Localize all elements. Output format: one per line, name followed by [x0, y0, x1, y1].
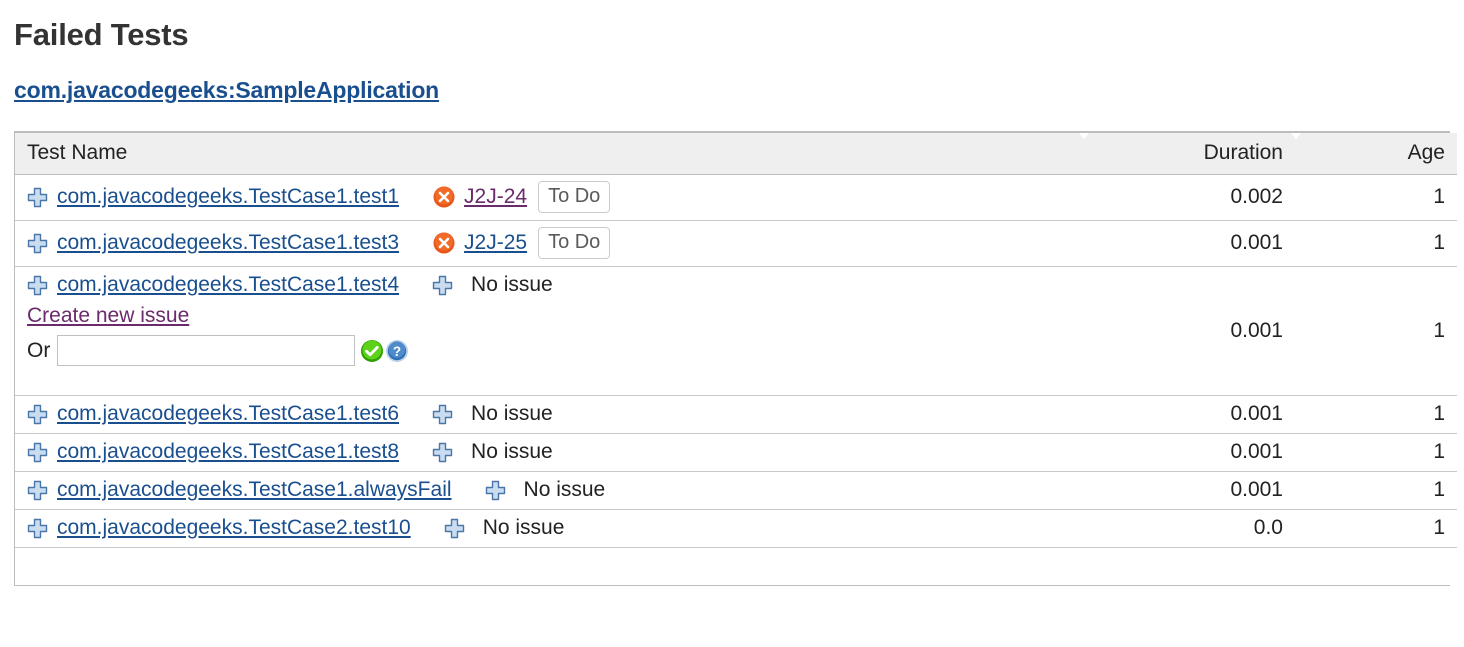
cell-age	[1295, 547, 1457, 585]
expand-plus-icon[interactable]	[27, 233, 48, 254]
cell-age: 1	[1295, 471, 1457, 510]
cell-duration: 0.001	[1083, 266, 1295, 396]
test-name-line: com.javacodegeeks.TestCase1.test4 No iss…	[27, 273, 1071, 297]
failed-tests-table-wrapper: Test Name Duration Age com.javacodegeeks…	[14, 131, 1457, 586]
error-icon	[432, 185, 456, 209]
cell-age: 1	[1295, 509, 1457, 548]
issue-status-badge[interactable]: To Do	[538, 181, 611, 213]
no-issue-plus-icon[interactable]	[485, 480, 506, 501]
question-circle-icon[interactable]: ?	[385, 339, 409, 363]
test-name-line: com.javacodegeeks.TestCase1.alwaysFail N…	[27, 478, 1071, 502]
test-name-link[interactable]: com.javacodegeeks.TestCase1.test6	[57, 402, 399, 426]
no-issue-label: No issue	[471, 440, 553, 463]
cell-test-name: com.javacodegeeks.TestCase1.test6 No iss…	[15, 395, 1083, 434]
cell-duration: 0.001	[1083, 471, 1295, 510]
cell-duration: 0.002	[1083, 174, 1295, 221]
no-issue-plus-icon[interactable]	[432, 404, 453, 425]
cell-duration: 0.001	[1083, 433, 1295, 472]
table-header-row: Test Name Duration Age	[15, 133, 1457, 175]
cell-test-name: com.javacodegeeks.TestCase1.alwaysFail N…	[15, 471, 1083, 510]
cell-age: 1	[1295, 220, 1457, 267]
cell-test-name: com.javacodegeeks.TestCase1.test1 J2J-24…	[15, 174, 1083, 221]
issue-status-badge[interactable]: To Do	[538, 227, 611, 259]
issue-key-link[interactable]: J2J-24	[464, 185, 527, 209]
no-issue-label: No issue	[482, 516, 565, 539]
cell-duration: 0.0	[1083, 509, 1295, 548]
issue-cell: No issue	[444, 516, 565, 540]
table-body: com.javacodegeeks.TestCase1.test1 J2J-24…	[15, 174, 1457, 585]
cell-age: 1	[1295, 266, 1457, 396]
cell-test-name	[15, 547, 1083, 585]
failed-tests-table: Test Name Duration Age com.javacodegeeks…	[15, 133, 1457, 585]
cell-duration: 0.001	[1083, 220, 1295, 267]
column-header-duration[interactable]: Duration	[1079, 133, 1295, 175]
test-name-link[interactable]: com.javacodegeeks.TestCase2.test10	[57, 516, 411, 540]
table-row: com.javacodegeeks.TestCase1.test4 No iss…	[15, 266, 1457, 396]
link-existing-issue-row: Or ?	[27, 335, 1071, 366]
issue-cell: J2J-25 To Do	[432, 227, 611, 259]
table-row: com.javacodegeeks.TestCase1.alwaysFail N…	[15, 471, 1457, 510]
page-title: Failed Tests	[14, 17, 189, 52]
issue-cell: No issue	[432, 440, 553, 464]
cell-test-name: com.javacodegeeks.TestCase1.test4 No iss…	[15, 266, 1083, 396]
expand-plus-icon[interactable]	[27, 442, 48, 463]
test-name-line: com.javacodegeeks.TestCase2.test10 No is…	[27, 516, 1071, 540]
test-name-line: com.javacodegeeks.TestCase1.test6 No iss…	[27, 402, 1071, 426]
table-row: com.javacodegeeks.TestCase1.test8 No iss…	[15, 433, 1457, 472]
cell-age: 1	[1295, 395, 1457, 434]
check-circle-icon[interactable]	[360, 339, 384, 363]
cell-test-name: com.javacodegeeks.TestCase1.test8 No iss…	[15, 433, 1083, 472]
cell-age: 1	[1295, 433, 1457, 472]
or-label: Or	[27, 338, 51, 362]
failed-tests-page: Failed Tests com.javacodegeeks:SampleApp…	[0, 0, 1464, 647]
no-issue-plus-icon[interactable]	[444, 518, 465, 539]
no-issue-label: No issue	[523, 478, 606, 501]
column-header-age[interactable]: Age	[1291, 133, 1457, 175]
test-name-link[interactable]: com.javacodegeeks.TestCase1.test4	[57, 273, 399, 297]
cell-duration	[1083, 547, 1295, 585]
issue-cell: No issue	[485, 478, 606, 502]
issue-key-input[interactable]	[57, 335, 356, 366]
table-header: Test Name Duration Age	[15, 133, 1457, 175]
expand-plus-icon[interactable]	[27, 480, 48, 501]
test-name-link[interactable]: com.javacodegeeks.TestCase1.test3	[57, 231, 399, 255]
table-row: com.javacodegeeks.TestCase1.test6 No iss…	[15, 395, 1457, 434]
issue-key-link[interactable]: J2J-25	[464, 231, 527, 255]
expand-plus-icon[interactable]	[27, 187, 48, 208]
cell-test-name: com.javacodegeeks.TestCase1.test3 J2J-25…	[15, 220, 1083, 267]
error-icon	[432, 231, 456, 255]
no-issue-plus-icon[interactable]	[432, 442, 453, 463]
test-name-line: com.javacodegeeks.TestCase1.test3 J2J-25…	[27, 227, 1071, 259]
project-link-row: com.javacodegeeks:SampleApplication	[0, 53, 1464, 104]
svg-text:?: ?	[393, 344, 401, 359]
expand-plus-icon[interactable]	[27, 404, 48, 425]
expand-plus-icon[interactable]	[27, 518, 48, 539]
cell-age: 1	[1295, 174, 1457, 221]
no-issue-plus-icon[interactable]	[432, 275, 453, 296]
test-name-link[interactable]: com.javacodegeeks.TestCase1.test8	[57, 440, 399, 464]
issue-cell: No issue	[432, 402, 553, 426]
test-name-line: com.javacodegeeks.TestCase1.test8 No iss…	[27, 440, 1071, 464]
table-row: com.javacodegeeks.TestCase1.test3 J2J-25…	[15, 220, 1457, 267]
create-new-issue-link[interactable]: Create new issue	[27, 304, 189, 328]
no-issue-label: No issue	[471, 402, 553, 425]
table-row: com.javacodegeeks.TestCase1.test1 J2J-24…	[15, 174, 1457, 221]
no-issue-label: No issue	[471, 273, 553, 296]
table-row	[15, 547, 1457, 585]
cell-test-name: com.javacodegeeks.TestCase2.test10 No is…	[15, 509, 1083, 548]
test-name-link[interactable]: com.javacodegeeks.TestCase1.test1	[57, 185, 399, 209]
issue-cell: No issue	[432, 273, 553, 297]
issue-cell: J2J-24 To Do	[432, 181, 611, 213]
test-name-line: com.javacodegeeks.TestCase1.test1 J2J-24…	[27, 181, 1071, 213]
table-row: com.javacodegeeks.TestCase2.test10 No is…	[15, 509, 1457, 548]
expand-plus-icon[interactable]	[27, 275, 48, 296]
column-header-test-name[interactable]: Test Name	[15, 133, 1083, 175]
test-name-link[interactable]: com.javacodegeeks.TestCase1.alwaysFail	[57, 478, 452, 502]
project-link[interactable]: com.javacodegeeks:SampleApplication	[14, 77, 439, 103]
cell-duration: 0.001	[1083, 395, 1295, 434]
